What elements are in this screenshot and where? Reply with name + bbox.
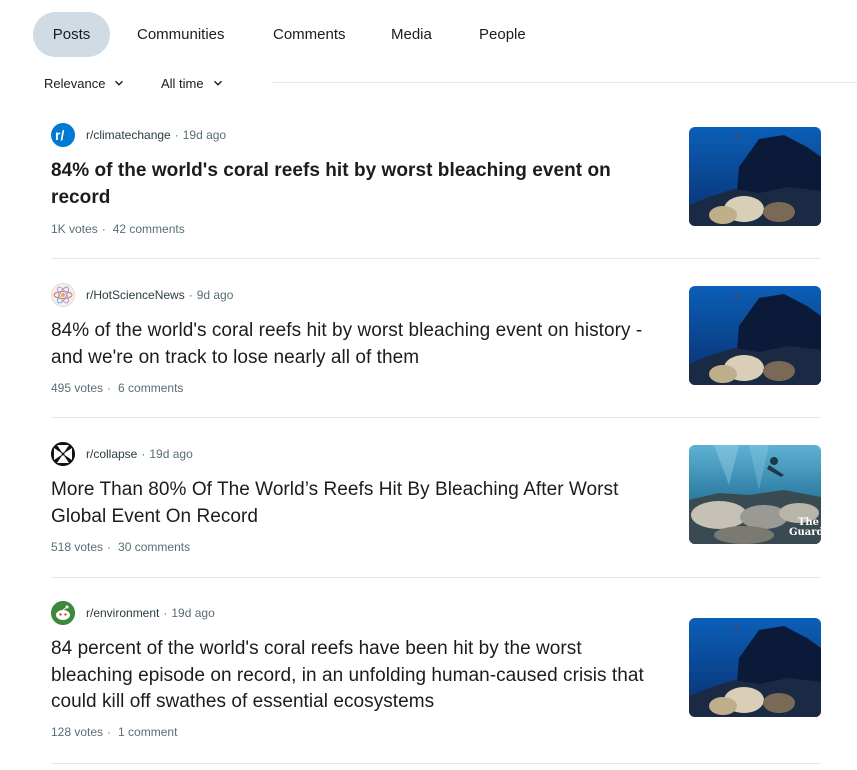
post-title[interactable]: 84% of the world's coral reefs hit by wo… xyxy=(51,158,661,211)
post-stats: 495 votes · 6 comments xyxy=(51,381,184,395)
guardian-watermark: The Guard xyxy=(789,517,821,538)
tab-media[interactable]: Media xyxy=(391,12,432,57)
chevron-down-icon xyxy=(115,80,124,86)
post-item[interactable]: r/collapse · 19d ago More Than 80% Of Th… xyxy=(51,442,821,578)
post-age: 9d ago xyxy=(196,288,234,302)
filter-bar: Relevance All time xyxy=(44,72,857,94)
coral-reef-thumbnail[interactable] xyxy=(689,127,821,226)
vote-count: 518 votes xyxy=(51,540,104,554)
vote-count: 495 votes xyxy=(51,381,104,395)
tab-communities[interactable]: Communities xyxy=(137,12,225,57)
climatechange-community-icon[interactable]: r/ xyxy=(51,123,75,147)
time-label: All time xyxy=(161,75,204,91)
svg-text:r/: r/ xyxy=(55,127,64,143)
post-meta: r/ r/climatechange · 19d ago xyxy=(51,123,226,147)
sort-dropdown[interactable]: Relevance xyxy=(44,72,124,94)
subreddit-link[interactable]: r/climatechange xyxy=(86,128,171,142)
post-meta: r/HotScienceNews · 9d ago xyxy=(51,283,233,307)
diver-reef-thumbnail[interactable]: The Guard xyxy=(689,445,821,544)
post-item[interactable]: r/HotScienceNews · 9d ago 84% of the wor… xyxy=(51,283,821,419)
coral-reef-thumbnail[interactable] xyxy=(689,618,821,717)
post-meta: r/collapse · 19d ago xyxy=(51,442,193,466)
post-stats: 518 votes · 30 comments xyxy=(51,540,191,554)
tab-posts[interactable]: Posts xyxy=(33,12,110,57)
post-divider xyxy=(51,577,821,578)
cross-community-icon[interactable] xyxy=(51,442,75,466)
comment-count[interactable]: 42 comments xyxy=(113,222,185,236)
comment-count[interactable]: 30 comments xyxy=(118,540,190,554)
filter-divider xyxy=(272,82,857,83)
post-age: 19d ago xyxy=(171,606,215,620)
post-age: 19d ago xyxy=(149,447,193,461)
coral-reef-thumbnail[interactable] xyxy=(689,286,821,385)
vote-count: 1K votes xyxy=(51,222,98,236)
search-tabs: Posts Communities Comments Media People xyxy=(33,12,526,57)
vote-count: 128 votes xyxy=(51,725,104,739)
post-divider xyxy=(51,417,821,418)
post-title[interactable]: 84 percent of the world's coral reefs ha… xyxy=(51,636,661,716)
tab-people[interactable]: People xyxy=(479,12,526,57)
subreddit-link[interactable]: r/collapse xyxy=(86,447,137,461)
post-divider xyxy=(51,763,821,764)
post-item[interactable]: r/environment · 19d ago 84 percent of th… xyxy=(51,601,821,765)
tab-comments[interactable]: Comments xyxy=(273,12,346,57)
post-meta: r/environment · 19d ago xyxy=(51,601,215,625)
subreddit-link[interactable]: r/HotScienceNews xyxy=(86,288,185,302)
post-divider xyxy=(51,258,821,259)
post-item[interactable]: r/ r/climatechange · 19d ago 84% of the … xyxy=(51,123,821,259)
atom-community-icon[interactable] xyxy=(51,283,75,307)
post-age: 19d ago xyxy=(182,128,227,142)
post-stats: 1K votes · 42 comments xyxy=(51,222,185,236)
post-title[interactable]: 84% of the world's coral reefs hit by wo… xyxy=(51,318,661,371)
comment-count[interactable]: 6 comments xyxy=(118,381,183,395)
sort-label: Relevance xyxy=(44,75,106,91)
snoo-community-icon[interactable] xyxy=(51,601,75,625)
post-title[interactable]: More Than 80% Of The World’s Reefs Hit B… xyxy=(51,477,661,530)
chevron-down-icon xyxy=(213,80,222,86)
post-stats: 128 votes · 1 comment xyxy=(51,725,178,739)
time-dropdown[interactable]: All time xyxy=(161,72,223,94)
comment-count[interactable]: 1 comment xyxy=(118,725,177,739)
subreddit-link[interactable]: r/environment xyxy=(86,606,159,620)
